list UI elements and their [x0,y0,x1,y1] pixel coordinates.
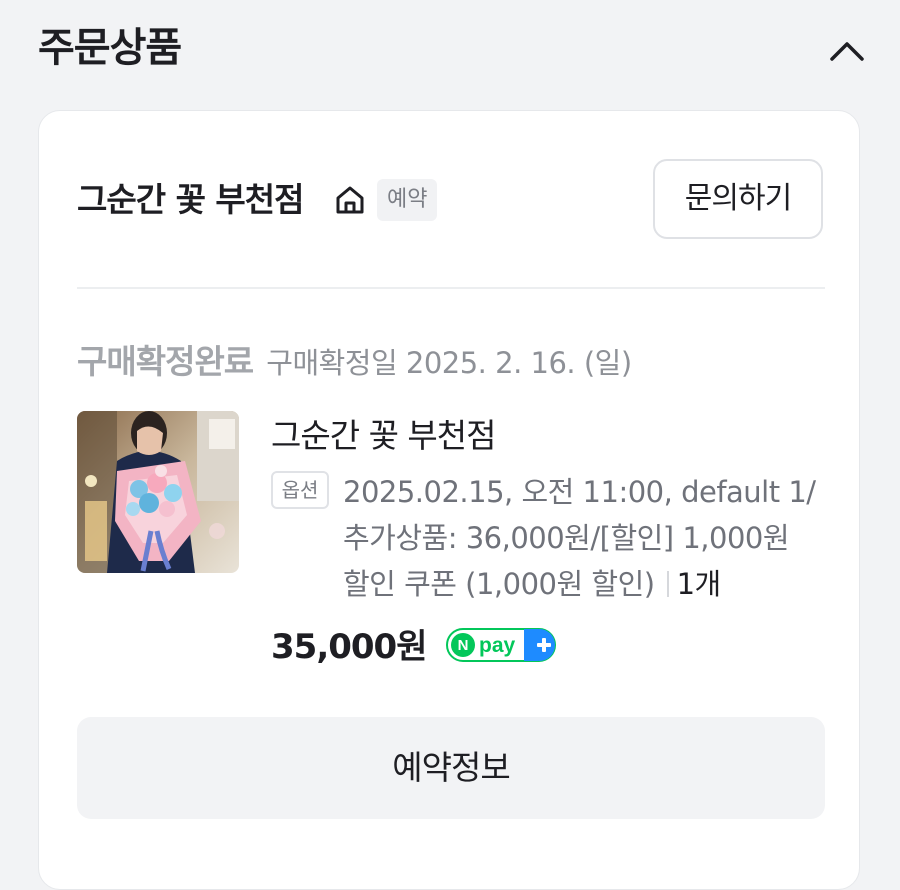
product-info: 그순간 꽃 부천점 옵션 2025.02.15, 오전 11:00, defau… [271,411,831,607]
section-title: 주문상품 [38,25,182,71]
reservation-info-button[interactable]: 예약정보 [77,717,825,819]
store-row: 그순간 꽃 부천점 예약 문의하기 [77,155,827,245]
store-name[interactable]: 그순간 꽃 부천점 [77,179,304,221]
price-row: 35,000원 N pay [271,627,556,683]
npay-plus-icon: N pay [445,628,556,662]
divider [77,287,825,289]
option-line: 추가상품: 36,000원/[할인] 1,000원 [343,521,790,555]
quantity-separator [666,571,669,597]
order-status: 구매확정완료 [77,342,254,381]
home-icon[interactable] [333,183,367,217]
option-block: 옵션 2025.02.15, 오전 11:00, default 1/ 추가상품… [271,469,831,607]
svg-text:N: N [457,637,468,654]
order-status-row: 구매확정완료 구매확정일 2025. 2. 16. (일) [77,335,632,383]
product-thumbnail[interactable] [77,411,239,573]
reservation-badge: 예약 [377,179,438,221]
chevron-up-icon [830,42,864,61]
order-items-header: 주문상품 [0,0,900,100]
option-badge: 옵션 [271,471,329,509]
product-price: 35,000원 [271,627,427,667]
confirm-date: 구매확정일 2025. 2. 16. (일) [266,346,632,380]
bouquet-photo [77,411,239,573]
option-line: 할인 쿠폰 (1,000원 할인) 1개 [343,561,831,607]
collapse-button[interactable] [822,26,872,76]
option-line-text: 할인 쿠폰 (1,000원 할인) [343,567,655,601]
npay-text: pay [479,634,516,657]
inquiry-button[interactable]: 문의하기 [653,159,823,239]
quantity: 1개 [676,567,722,601]
option-line: 2025.02.15, 오전 11:00, default 1/ [343,475,816,509]
product-name[interactable]: 그순간 꽃 부천점 [271,411,831,461]
order-card: 그순간 꽃 부천점 예약 문의하기 구매확정완료 구매확정일 2025. 2. … [38,110,860,890]
